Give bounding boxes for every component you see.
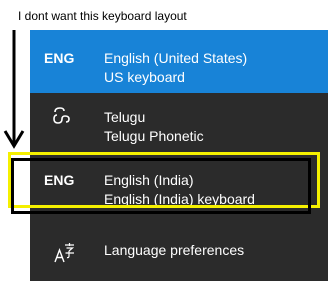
language-icon	[54, 243, 75, 263]
language-item-telugu[interactable]: Telugu Telugu Phonetic	[30, 93, 328, 156]
language-abbr: ENG	[44, 50, 75, 66]
language-preferences-link[interactable]: Language preferences	[30, 221, 328, 281]
keyboard-name: Telugu Phonetic	[104, 128, 204, 144]
language-name: English (United States)	[104, 50, 248, 66]
telugu-script-icon	[53, 107, 70, 124]
language-name: English (India)	[104, 172, 194, 188]
language-name: Telugu	[104, 109, 146, 125]
input-language-flyout: ENG English (United States) US keyboard …	[30, 30, 328, 281]
keyboard-name: US keyboard	[104, 69, 185, 85]
language-abbr: ENG	[44, 172, 75, 188]
language-item-english-us[interactable]: ENG English (United States) US keyboard	[30, 30, 328, 93]
language-preferences-label: Language preferences	[104, 242, 245, 258]
annotation-arrow-icon	[3, 30, 25, 149]
keyboard-name: English (India) keyboard	[104, 191, 255, 207]
language-item-english-india[interactable]: ENG English (India) English (India) keyb…	[30, 156, 328, 221]
annotation-text: I dont want this keyboard layout	[18, 9, 187, 23]
